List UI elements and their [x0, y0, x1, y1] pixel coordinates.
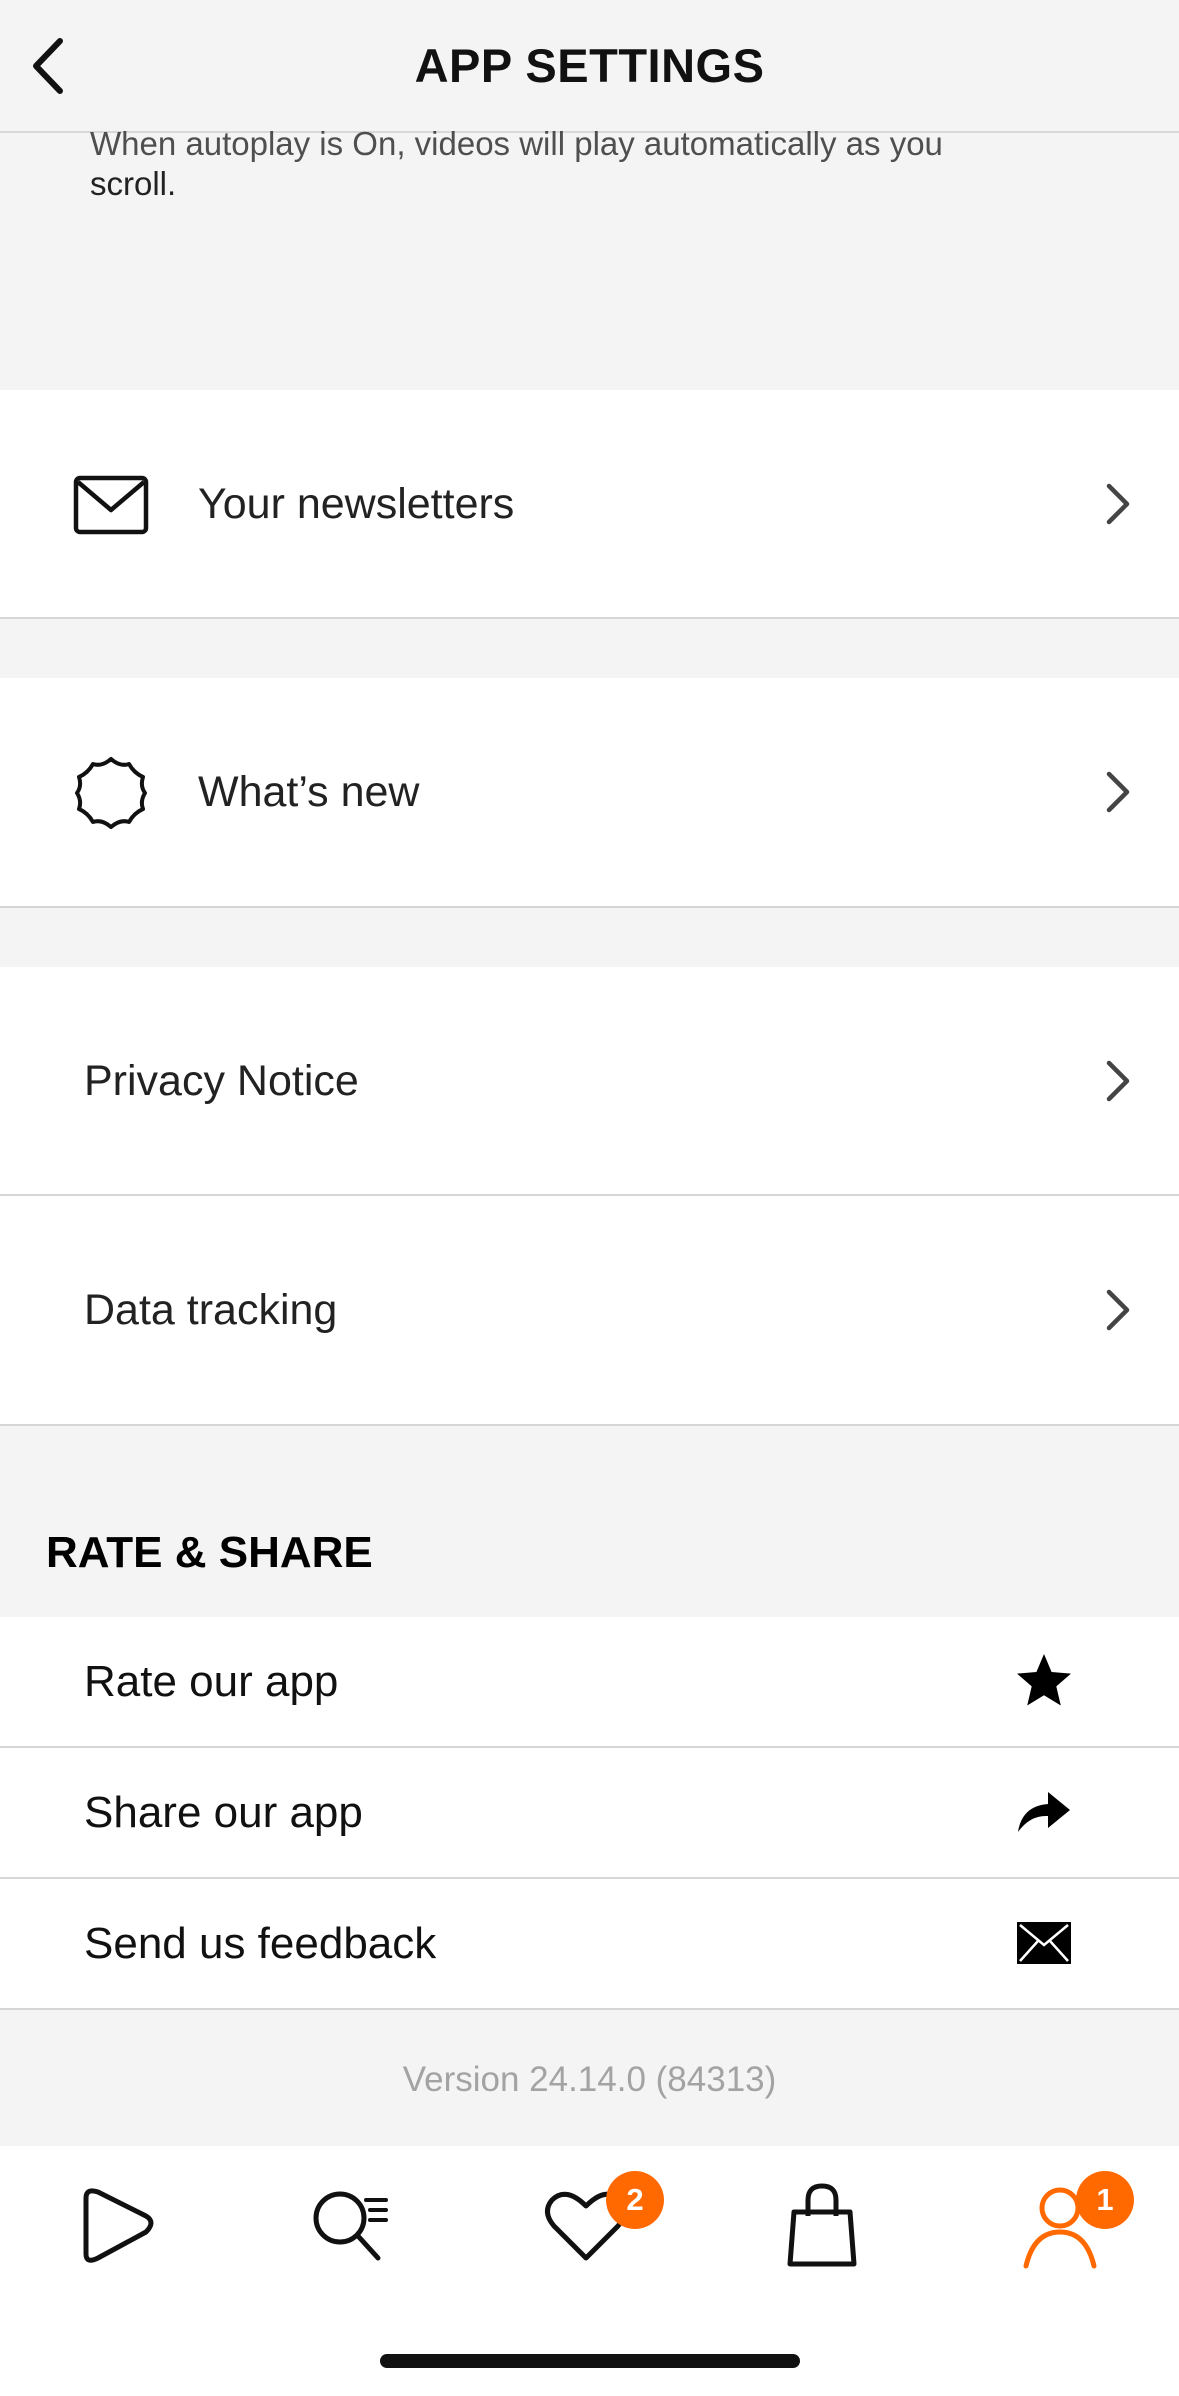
share-arrow-icon	[1018, 1792, 1070, 1832]
menu-item-privacy-notice[interactable]: Privacy Notice	[0, 967, 1179, 1196]
wishlist-count-badge: 2	[606, 2171, 664, 2229]
menu-item-newsletters[interactable]: Your newsletters	[0, 390, 1179, 619]
mail-icon	[1017, 1922, 1071, 1964]
sparkle-badge-icon	[75, 757, 147, 829]
tab-profile[interactable]: 1	[1010, 2171, 1134, 2276]
rate-app-row[interactable]: Rate our app	[0, 1617, 1179, 1748]
page-title: APP SETTINGS	[414, 39, 765, 92]
chevron-right-icon	[1106, 483, 1130, 525]
top-bar: APP SETTINGS	[0, 0, 1179, 133]
profile-notification-badge: 1	[1076, 2171, 1134, 2229]
menu-item-label: Privacy Notice	[84, 1057, 359, 1105]
section-title-rate-share: RATE & SHARE	[46, 1528, 373, 1577]
menu-item-label: Data tracking	[84, 1286, 338, 1334]
chevron-right-icon	[1106, 771, 1130, 813]
app-version: Version 24.14.0 (84313)	[402, 2060, 777, 2099]
tab-bag[interactable]	[772, 2176, 872, 2276]
search-icon	[313, 2191, 388, 2261]
star-icon	[1017, 1654, 1071, 1706]
send-feedback-row[interactable]: Send us feedback	[0, 1879, 1179, 2010]
menu-item-label: What’s new	[198, 768, 420, 816]
menu-item-label: Your newsletters	[198, 480, 515, 528]
share-app-row[interactable]: Share our app	[0, 1748, 1179, 1879]
chevron-right-icon	[1106, 1060, 1130, 1102]
menu-item-data-tracking[interactable]: Data tracking	[0, 1196, 1179, 1426]
tab-wishlist[interactable]: 2	[536, 2171, 664, 2276]
share-app-label: Share our app	[84, 1788, 363, 1837]
home-indicator	[380, 2354, 800, 2368]
shopping-bag-icon	[787, 2183, 857, 2267]
tab-search[interactable]	[302, 2176, 402, 2276]
envelope-icon	[73, 475, 149, 535]
chevron-right-icon	[1106, 1289, 1130, 1331]
autoplay-description: When autoplay is On, videos will play au…	[90, 125, 1090, 208]
tab-home[interactable]	[66, 2176, 166, 2276]
send-feedback-label: Send us feedback	[84, 1919, 437, 1968]
menu-item-whats-new[interactable]: What’s new	[0, 678, 1179, 908]
rate-app-label: Rate our app	[84, 1657, 339, 1706]
home-play-icon	[83, 2188, 154, 2263]
autoplay-description-partial: When autoplay is On, videos will play au…	[90, 125, 943, 162]
